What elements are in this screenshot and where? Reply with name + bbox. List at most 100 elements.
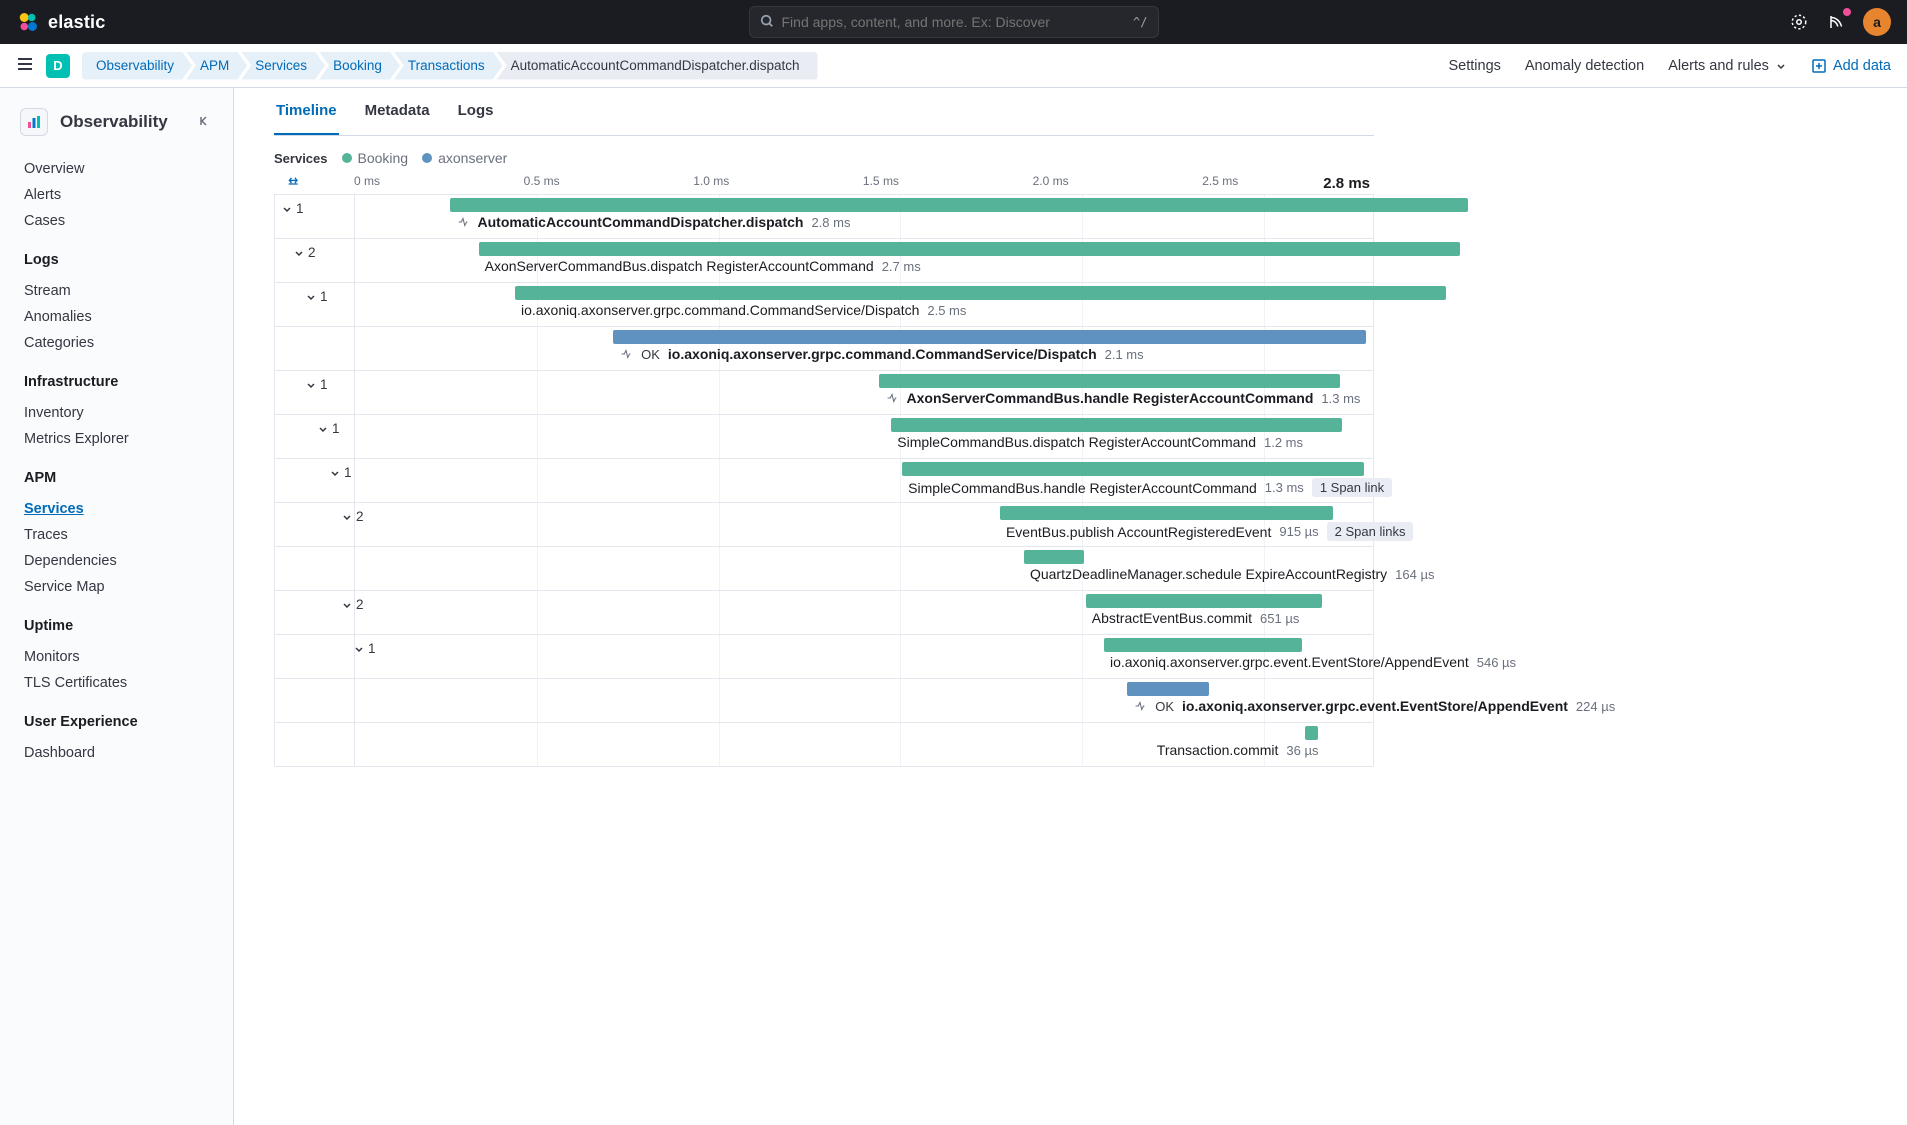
settings-link[interactable]: Settings — [1448, 58, 1500, 74]
span-link-badge[interactable]: 2 Span links — [1327, 522, 1414, 541]
alerts-rules-menu[interactable]: Alerts and rules — [1668, 58, 1787, 74]
nav-heading-apm: APM — [24, 470, 209, 486]
span-link-badge[interactable]: 1 Span link — [1312, 478, 1392, 497]
nav-item-alerts[interactable]: Alerts — [24, 182, 209, 208]
span-row[interactable]: 2AbstractEventBus.commit651 µs — [275, 590, 1373, 634]
nav-item-monitors[interactable]: Monitors — [24, 644, 209, 670]
span-toggle[interactable]: 1 — [305, 377, 328, 392]
span-label: SimpleCommandBus.dispatch RegisterAccoun… — [897, 434, 1303, 450]
timeline-ruler: 0 ms0.5 ms1.0 ms1.5 ms2.0 ms2.5 ms 2.8 m… — [274, 172, 1374, 194]
nav-item-services[interactable]: Services — [24, 496, 209, 522]
nav-item-metrics-explorer[interactable]: Metrics Explorer — [24, 426, 209, 452]
span-toggle[interactable]: 1 — [305, 289, 328, 304]
span-row[interactable]: 2AxonServerCommandBus.dispatch RegisterA… — [275, 238, 1373, 282]
breadcrumb-services[interactable]: Services — [241, 52, 325, 80]
add-data-icon — [1811, 58, 1827, 74]
breadcrumb-automaticaccountcommanddispatcher-dispatch: AutomaticAccountCommandDispatcher.dispat… — [497, 52, 818, 80]
search-shortcut-hint: ^/ — [1133, 15, 1147, 29]
span-bar[interactable] — [613, 330, 1366, 344]
legend-item-booking: Booking — [342, 150, 409, 166]
search-input[interactable] — [782, 14, 1126, 30]
nav-item-inventory[interactable]: Inventory — [24, 400, 209, 426]
span-bar[interactable] — [1127, 682, 1208, 696]
span-bar[interactable] — [1305, 726, 1318, 740]
sidebar-title: Observability — [60, 112, 168, 132]
span-label: io.axoniq.axonserver.grpc.event.EventSto… — [1110, 654, 1516, 670]
nav-item-overview[interactable]: Overview — [24, 156, 209, 182]
add-data-link[interactable]: Add data — [1811, 58, 1891, 74]
span-toggle[interactable]: 1 — [329, 465, 352, 480]
user-avatar[interactable]: a — [1863, 8, 1891, 36]
span-row[interactable]: 1 SimpleCommandBus.dispatch RegisterAccou… — [275, 414, 1373, 458]
span-bar[interactable] — [1086, 594, 1323, 608]
span-toggle[interactable]: 2 — [293, 245, 316, 260]
ruler-tick: 1.5 ms — [863, 174, 899, 188]
global-search[interactable]: ^/ — [749, 6, 1159, 38]
total-duration: 2.8 ms — [1304, 175, 1374, 192]
sidebar-collapse-button[interactable] — [197, 113, 213, 132]
span-label: AutomaticAccountCommandDispatcher.dispat… — [456, 214, 851, 230]
newsfeed-icon[interactable] — [1825, 10, 1849, 34]
nav-item-tls-certificates[interactable]: TLS Certificates — [24, 670, 209, 696]
span-row[interactable]: 2EventBus.publish AccountRegisteredEvent… — [275, 502, 1373, 546]
ruler-tick: 2.0 ms — [1033, 174, 1069, 188]
anomaly-detection-link[interactable]: Anomaly detection — [1525, 58, 1644, 74]
topbar: elastic ^/ a — [0, 0, 1907, 44]
span-bar[interactable] — [479, 242, 1461, 256]
chevron-down-icon — [1775, 60, 1787, 72]
tab-logs[interactable]: Logs — [456, 88, 496, 135]
span-row[interactable]: Transaction.commit36 µs — [275, 722, 1373, 766]
breadcrumb-apm[interactable]: APM — [186, 52, 247, 80]
span-row[interactable]: OKio.axoniq.axonserver.grpc.event.EventS… — [275, 678, 1373, 722]
nav-heading-uptime: Uptime — [24, 618, 209, 634]
span-row[interactable]: 1 io.axoniq.axonserver.grpc.command.Comma… — [275, 282, 1373, 326]
span-bar[interactable] — [1000, 506, 1333, 520]
nav-heading-user-experience: User Experience — [24, 714, 209, 730]
span-bar[interactable] — [879, 374, 1341, 388]
span-bar[interactable] — [902, 462, 1364, 476]
brand-logo[interactable]: elastic — [16, 10, 105, 34]
legend-item-axonserver: axonserver — [422, 150, 507, 166]
span-label: AxonServerCommandBus.handle RegisterAcco… — [885, 390, 1361, 406]
span-bar[interactable] — [450, 198, 1468, 212]
span-row[interactable]: 1 AxonServerCommandBus.handle RegisterAc… — [275, 370, 1373, 414]
span-row[interactable]: QuartzDeadlineManager.schedule ExpireAcc… — [275, 546, 1373, 590]
ruler-zoom-icon[interactable] — [274, 175, 314, 191]
nav-item-cases[interactable]: Cases — [24, 208, 209, 234]
brand-name: elastic — [48, 12, 105, 33]
breadcrumb-observability[interactable]: Observability — [82, 52, 192, 80]
elastic-logo-icon — [16, 10, 40, 34]
span-label: EventBus.publish AccountRegisteredEvent9… — [1006, 522, 1414, 541]
nav-item-service-map[interactable]: Service Map — [24, 574, 209, 600]
span-bar[interactable] — [1024, 550, 1084, 564]
nav-item-dashboard[interactable]: Dashboard — [24, 740, 209, 766]
nav-heading-logs: Logs — [24, 252, 209, 268]
span-row[interactable]: 1io.axoniq.axonserver.grpc.event.EventSt… — [275, 634, 1373, 678]
span-bar[interactable] — [1104, 638, 1303, 652]
span-row[interactable]: OKio.axoniq.axonserver.grpc.command.Comm… — [275, 326, 1373, 370]
span-bar[interactable] — [891, 418, 1342, 432]
nav-toggle-button[interactable] — [16, 55, 34, 76]
nav-item-dependencies[interactable]: Dependencies — [24, 548, 209, 574]
span-label: Transaction.commit36 µs — [1157, 742, 1319, 758]
nav-item-categories[interactable]: Categories — [24, 330, 209, 356]
span-label: io.axoniq.axonserver.grpc.command.Comman… — [521, 302, 966, 318]
span-label: OKio.axoniq.axonserver.grpc.command.Comm… — [619, 346, 1144, 362]
span-toggle[interactable]: 1 — [281, 201, 304, 216]
nav-item-traces[interactable]: Traces — [24, 522, 209, 548]
tab-timeline[interactable]: Timeline — [274, 88, 339, 135]
span-bar[interactable] — [515, 286, 1446, 300]
span-toggle[interactable]: 1 — [317, 421, 340, 436]
space-selector[interactable]: D — [46, 54, 70, 78]
detail-tabs: Timeline Metadata Logs — [274, 88, 1374, 136]
breadcrumb-transactions[interactable]: Transactions — [394, 52, 503, 80]
breadcrumb-booking[interactable]: Booking — [319, 52, 400, 80]
ruler-tick: 2.5 ms — [1202, 174, 1238, 188]
help-icon[interactable] — [1787, 10, 1811, 34]
nav-item-anomalies[interactable]: Anomalies — [24, 304, 209, 330]
span-row[interactable]: 1 AutomaticAccountCommandDispatcher.disp… — [275, 194, 1373, 238]
span-label: QuartzDeadlineManager.schedule ExpireAcc… — [1030, 566, 1435, 582]
span-row[interactable]: 1SimpleCommandBus.handle RegisterAccount… — [275, 458, 1373, 502]
nav-item-stream[interactable]: Stream — [24, 278, 209, 304]
tab-metadata[interactable]: Metadata — [363, 88, 432, 135]
